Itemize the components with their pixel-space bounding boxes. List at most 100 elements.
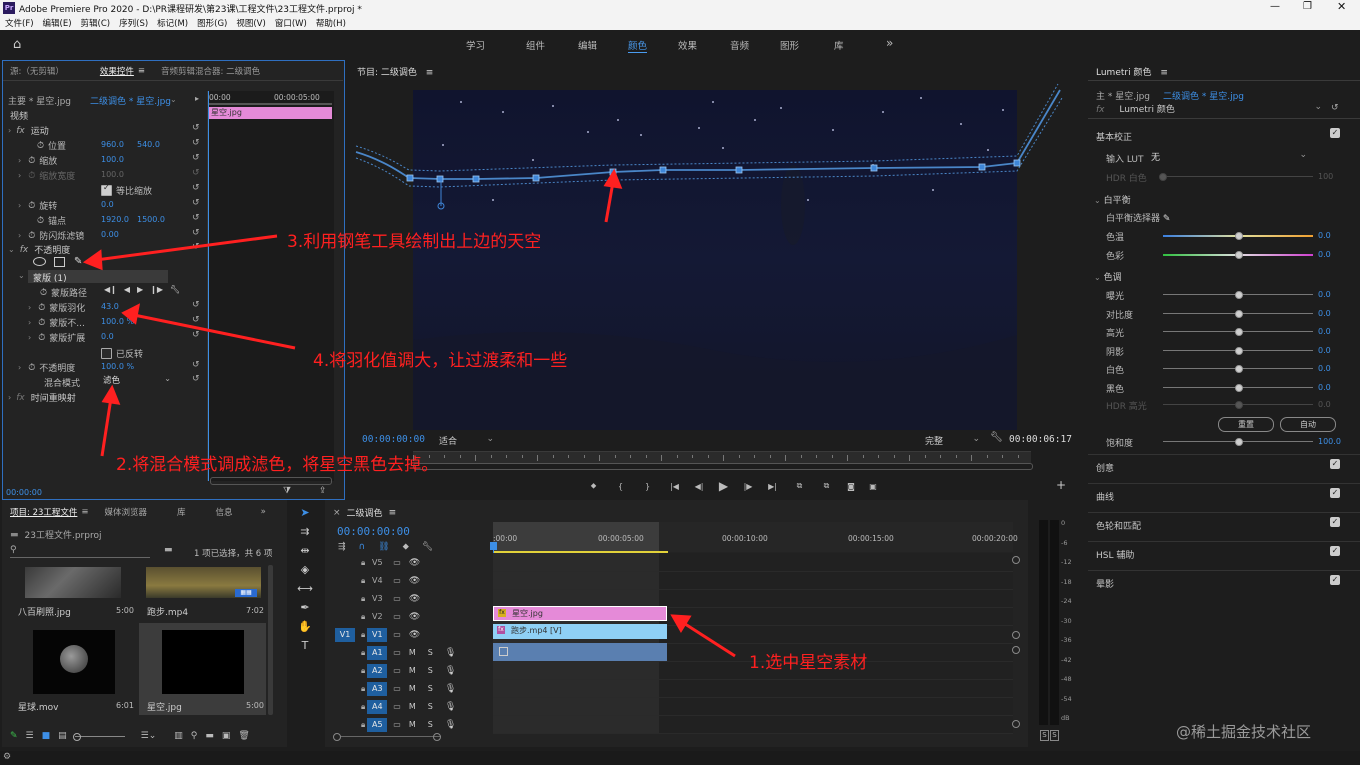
track-label[interactable]: V3	[367, 592, 387, 606]
basic-correction-checkbox[interactable]: ✓	[1330, 128, 1340, 138]
automate-icon[interactable]: ▥	[174, 731, 183, 741]
workspace-tab[interactable]: 效果	[678, 38, 697, 52]
track-forward-icon[interactable]: ▶	[137, 285, 143, 294]
rotation-value[interactable]: 0.0	[101, 200, 114, 209]
tab-effect-controls[interactable]: 效果控件	[100, 65, 134, 77]
track-label[interactable]: A1	[367, 645, 388, 660]
hand-tool-icon[interactable]: ✋	[298, 619, 312, 635]
sync-lock-icon[interactable]: ▭	[393, 612, 401, 621]
uniform-scale-row[interactable]: ✓ 等比缩放	[101, 183, 152, 197]
mask-vertex[interactable]	[406, 174, 414, 182]
stopwatch-icon[interactable]: ⏱	[40, 288, 47, 298]
clip-paobu-v1[interactable]: fx 跑步.mp4 [V]	[493, 624, 667, 639]
lift-icon[interactable]: ⧉	[786, 481, 813, 491]
export-icon[interactable]: ⇪	[319, 486, 327, 496]
stopwatch-icon[interactable]: ⏱	[37, 141, 44, 151]
microphone-icon[interactable]: 🎙︎	[445, 648, 456, 658]
inverted-checkbox[interactable]	[101, 348, 112, 359]
white-balance-header[interactable]: ⌄ 白平衡	[1094, 193, 1131, 206]
wrench-icon[interactable]: 🔧︎	[170, 285, 180, 294]
auto-button[interactable]: 自动	[1280, 417, 1336, 432]
tint-knob[interactable]	[1235, 251, 1243, 259]
workspace-tab[interactable]: 学习	[466, 38, 485, 52]
source-patch[interactable]	[335, 556, 355, 570]
reset-icon[interactable]: ↺	[192, 213, 202, 223]
step-forward-icon[interactable]: |▶	[737, 482, 759, 491]
fit-select[interactable]: 适合 ⌄	[439, 434, 494, 447]
add-button-icon[interactable]: +	[1056, 478, 1066, 492]
track-label[interactable]: A3	[367, 681, 388, 696]
timeline-tab[interactable]: × 二级调色 ≡	[333, 506, 396, 520]
mask-vertex[interactable]	[609, 168, 617, 176]
stopwatch-icon[interactable]: ⏱	[38, 318, 45, 328]
opacity-value[interactable]: 100.0 %	[101, 362, 134, 371]
workspace-tab[interactable]: 图形	[780, 38, 799, 52]
stopwatch-icon[interactable]: ⏱	[37, 216, 44, 226]
selection-tool-icon[interactable]: ➤	[300, 505, 309, 521]
lock-icon[interactable]: 🔒︎	[361, 648, 365, 658]
shadows-value[interactable]: 0.0	[1318, 346, 1331, 355]
lumetri-section-checkbox[interactable]: ✓	[1330, 459, 1340, 469]
program-zoom-scroll[interactable]	[413, 463, 1033, 470]
sequence-clip-label[interactable]: 二级调色 * 星空.jpg	[90, 94, 171, 107]
clip-xingkong-v2[interactable]: fx 星空.jpg	[493, 606, 667, 621]
solo-left-button[interactable]: S	[1040, 730, 1049, 741]
reset-button[interactable]: 重置	[1218, 417, 1274, 432]
menu-item[interactable]: 帮助(H)	[316, 17, 346, 29]
opacity-group-row[interactable]: ⌄ fx 不透明度	[8, 243, 70, 257]
reset-icon[interactable]: ↺	[192, 228, 202, 238]
stopwatch-icon[interactable]: ⏱	[38, 333, 45, 343]
track-forward-frame-icon[interactable]: ❙▶	[150, 285, 163, 294]
stopwatch-icon[interactable]: ⏱	[28, 201, 35, 211]
close-tab-icon[interactable]: ×	[333, 508, 341, 518]
position-x-value[interactable]: 960.0	[101, 140, 124, 149]
microphone-icon[interactable]: 🎙︎	[445, 720, 456, 730]
panel-menu-icon[interactable]: ≡	[81, 507, 88, 517]
position-y-value[interactable]: 540.0	[137, 140, 160, 149]
microphone-icon[interactable]: 🎙︎	[445, 684, 456, 694]
thumb-bazhao[interactable]	[25, 567, 121, 598]
mask-vertex[interactable]	[1013, 159, 1021, 167]
eye-icon[interactable]: 👁︎	[409, 630, 420, 640]
contrast-value[interactable]: 0.0	[1318, 309, 1331, 318]
whites-knob[interactable]	[1235, 365, 1243, 373]
lumetri-clip-label[interactable]: 二级调色 * 星空.jpg	[1163, 89, 1244, 102]
blacks-knob[interactable]	[1235, 383, 1243, 392]
temperature-value[interactable]: 0.0	[1318, 231, 1331, 240]
reset-icon[interactable]: ↺	[192, 123, 202, 133]
go-to-in-icon[interactable]: |◀	[661, 482, 688, 491]
extract-icon[interactable]: ⧉	[813, 481, 840, 491]
reset-icon[interactable]: ↺	[192, 138, 202, 148]
lumetri-section-header[interactable]: 晕影	[1096, 577, 1114, 590]
mask-expansion-value[interactable]: 0.0	[101, 332, 114, 341]
lock-icon[interactable]: 🔒︎	[361, 612, 365, 622]
comparison-view-icon[interactable]: ▣	[862, 482, 884, 491]
play-icon[interactable]: ▶	[710, 479, 737, 493]
exposure-value[interactable]: 0.0	[1318, 290, 1331, 299]
eyedropper-icon[interactable]: ✎	[1163, 214, 1171, 224]
tab-media-browser[interactable]: 媒体浏览器	[105, 506, 148, 518]
linked-selection-icon[interactable]: ⛓︎	[378, 542, 389, 552]
blacks-value[interactable]: 0.0	[1318, 383, 1331, 392]
ripple-edit-icon[interactable]: ⇹	[300, 543, 309, 559]
lock-icon[interactable]: 🔒︎	[361, 666, 365, 676]
source-patch[interactable]	[335, 610, 355, 624]
wrench-icon[interactable]: 🔧︎	[990, 432, 1003, 443]
sync-lock-icon[interactable]: ▭	[393, 720, 401, 729]
mask-vertex[interactable]	[659, 166, 667, 174]
lumetri-section-checkbox[interactable]: ✓	[1330, 575, 1340, 585]
uniform-scale-checkbox[interactable]: ✓	[101, 183, 112, 196]
basic-correction-header[interactable]: 基本校正	[1096, 130, 1132, 143]
sync-lock-icon[interactable]: ▭	[393, 666, 401, 675]
quality-select[interactable]: 完整 ⌄	[925, 434, 980, 447]
new-bin-icon[interactable]: ▬	[164, 545, 173, 555]
mask-opacity-value[interactable]: 100.0 %	[101, 317, 134, 326]
mask-vertex[interactable]	[436, 175, 444, 183]
track-label[interactable]: V2	[367, 610, 387, 624]
track-backward-frame-icon[interactable]: ◀❙	[104, 285, 117, 294]
mask-vertex[interactable]	[735, 166, 743, 174]
step-back-icon[interactable]: ◀|	[688, 482, 710, 491]
mask-vertex[interactable]	[532, 174, 540, 182]
workspace-tab[interactable]: 颜色	[628, 38, 648, 53]
menu-item[interactable]: 视图(V)	[236, 17, 265, 29]
